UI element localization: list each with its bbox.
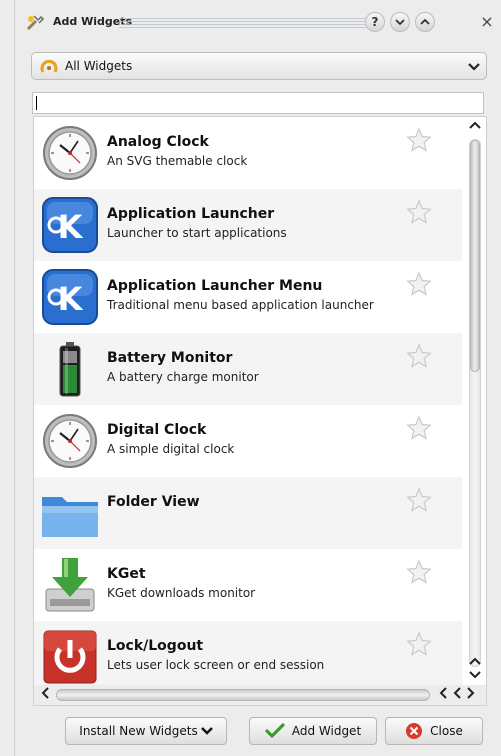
battery-icon — [40, 339, 100, 399]
widget-list-panel: Analog Clock An SVG themable clock K Applic… — [33, 116, 487, 706]
close-label: Close — [430, 724, 463, 738]
all-widgets-icon — [40, 59, 58, 73]
widget-name: Analog Clock — [107, 134, 209, 150]
vertical-scroll-track[interactable] — [469, 139, 481, 667]
scroll-up-small-icon[interactable] — [467, 655, 483, 669]
widget-name: Application Launcher — [107, 206, 275, 222]
widget-name: Battery Monitor — [107, 350, 233, 366]
widget-list-item[interactable]: Battery Monitor A battery charge monitor — [34, 333, 462, 405]
scroll-up-icon[interactable] — [467, 119, 483, 133]
install-new-widgets-button[interactable]: Install New Widgets — [65, 717, 227, 745]
text-caret — [36, 96, 37, 110]
favorite-star-icon[interactable] — [406, 199, 432, 225]
widget-name: Digital Clock — [107, 422, 207, 438]
scroll-left-small-icon[interactable] — [438, 686, 448, 704]
chevron-down-icon — [468, 63, 480, 71]
horizontal-scrollbar[interactable] — [34, 685, 486, 705]
add-label: Add Widget — [291, 724, 362, 738]
widget-name: KGet — [107, 566, 146, 582]
help-label: ? — [371, 15, 379, 29]
widget-name: Lock/Logout — [107, 638, 204, 654]
widget-description: An SVG themable clock — [107, 154, 248, 168]
widget-description: A simple digital clock — [107, 442, 235, 456]
horizontal-scroll-thumb[interactable] — [56, 689, 430, 701]
widget-description: Traditional menu based application launc… — [107, 298, 374, 312]
widget-list-item[interactable]: Analog Clock An SVG themable clock — [34, 117, 462, 189]
widget-list-item[interactable]: K Application Launcher Menu Traditional me… — [34, 261, 462, 333]
category-selected: All Widgets — [65, 59, 133, 73]
favorite-star-icon[interactable] — [406, 487, 432, 513]
widget-description: Launcher to start applications — [107, 226, 287, 240]
scroll-left-end-icon[interactable] — [452, 686, 462, 704]
checkmark-icon — [265, 723, 285, 738]
title-bar[interactable]: Add Widgets ? × — [15, 0, 501, 46]
scroll-right-icon[interactable] — [466, 686, 476, 704]
widget-description: KGet downloads monitor — [107, 586, 256, 600]
install-label: Install New Widgets — [79, 724, 198, 738]
favorite-star-icon[interactable] — [406, 559, 432, 585]
widget-name: Application Launcher Menu — [107, 278, 323, 294]
add-widget-button[interactable]: Add Widget — [249, 717, 377, 745]
search-input[interactable] — [32, 92, 484, 114]
analog-clock-icon — [40, 411, 100, 471]
chevron-up-icon — [420, 18, 430, 25]
cancel-icon — [406, 723, 423, 739]
chevron-down-icon — [200, 727, 213, 735]
widget-list-item[interactable]: KGet KGet downloads monitor — [34, 549, 462, 621]
favorite-star-icon[interactable] — [406, 631, 432, 657]
kde-launcher-icon: K — [40, 195, 100, 255]
widget-list-item[interactable]: Lock/Logout Lets user lock screen or end … — [34, 621, 462, 685]
widget-list-item[interactable]: Folder View — [34, 477, 462, 549]
widgets-app-icon — [27, 15, 45, 30]
close-window-button[interactable]: × — [477, 11, 497, 33]
widget-list[interactable]: Analog Clock An SVG themable clock K Applic… — [34, 117, 462, 685]
favorite-star-icon[interactable] — [406, 127, 432, 153]
analog-clock-icon — [40, 123, 100, 183]
close-button[interactable]: Close — [385, 717, 483, 745]
widget-name: Folder View — [107, 494, 200, 510]
vertical-scrollbar[interactable] — [464, 117, 486, 685]
maximize-button[interactable] — [415, 12, 435, 32]
favorite-star-icon[interactable] — [406, 343, 432, 369]
kde-launcher-icon: K — [40, 267, 100, 327]
minimize-button[interactable] — [390, 12, 410, 32]
help-button[interactable]: ? — [365, 12, 385, 32]
favorite-star-icon[interactable] — [406, 415, 432, 441]
kget-download-icon — [40, 555, 100, 615]
widget-list-item[interactable]: Digital Clock A simple digital clock — [34, 405, 462, 477]
add-widgets-window: Add Widgets ? × All Widgets Analog Clock… — [14, 0, 501, 756]
scroll-left-icon[interactable] — [40, 686, 50, 704]
folder-icon — [40, 483, 100, 543]
widget-description: A battery charge monitor — [107, 370, 259, 384]
scroll-down-icon[interactable] — [467, 669, 483, 683]
vertical-scroll-thumb[interactable] — [470, 140, 480, 372]
favorite-star-icon[interactable] — [406, 271, 432, 297]
widget-description: Lets user lock screen or end session — [107, 658, 325, 672]
power-icon — [40, 627, 100, 685]
close-icon: × — [480, 12, 494, 31]
chevron-down-icon — [395, 19, 405, 26]
widget-list-item[interactable]: K Application Launcher Launcher to start a… — [34, 189, 462, 261]
title-bar-grip — [119, 18, 367, 28]
category-dropdown[interactable]: All Widgets — [31, 52, 487, 80]
